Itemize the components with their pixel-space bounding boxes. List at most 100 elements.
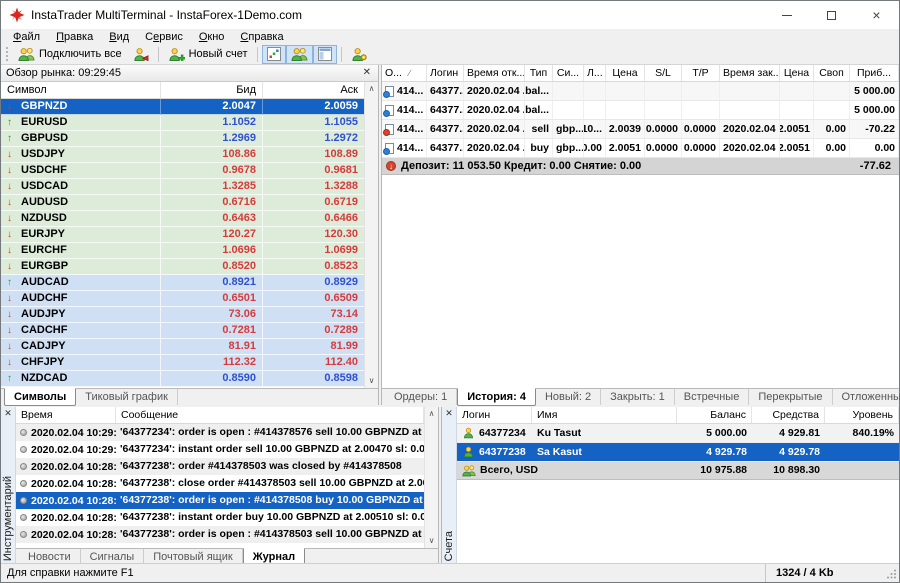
order-row[interactable]: 414...64377...2020.02.04 ...sellgbp...10… [382,120,899,139]
market-row-gbpnzd[interactable]: ↓GBPNZD2.00472.0059 [1,99,364,115]
orders-tab-close[interactable]: Закрыть: 1 [601,389,675,405]
disconnect-all-button[interactable] [127,45,154,64]
accounts-toggle-button[interactable] [286,45,313,64]
accounts-side-strip: ✕ Счета [442,407,457,565]
orders-col-header[interactable]: Своп [814,65,850,81]
scroll-up-icon[interactable]: ∧ [369,82,375,96]
order-row[interactable]: 414...64377...2020.02.04 ...bal...5 000.… [382,101,899,120]
account-row-64377234[interactable]: 64377234Ku Tasut5 000.004 929.81840.19% [457,424,899,443]
market-row-cadjpy[interactable]: ↓CADJPY81.9181.99 [1,339,364,355]
account-name-cell: Ku Tasut [532,424,677,442]
market-row-eurchf[interactable]: ↓EURCHF1.06961.0699 [1,243,364,259]
market-row-audcad[interactable]: ↑AUDCAD0.89210.8929 [1,275,364,291]
journal-row[interactable]: 2020.02.04 10:29:...'64377234': instant … [16,441,424,458]
market-col-header[interactable]: Бид [161,82,263,98]
orders-col-header[interactable]: Приб... [850,65,899,81]
orders-col-header[interactable]: S/L [645,65,682,81]
orders-col-header[interactable]: Время зак... [720,65,780,81]
minimize-button[interactable] [764,1,809,29]
accounts-col-header[interactable]: Уровень [825,407,899,423]
market-row-cadchf[interactable]: ↓CADCHF0.72810.7289 [1,323,364,339]
down-arrow-icon: ↓ [7,259,16,274]
market-row-chfjpy[interactable]: ↓CHFJPY112.32112.40 [1,355,364,371]
accounts-col-header[interactable]: Баланс [677,407,752,423]
down-arrow-icon: ↓ [7,291,16,306]
market-row-gbpusd[interactable]: ↑GBPUSD1.29691.2972 [1,131,364,147]
journal-row[interactable]: 2020.02.04 10:28:...'64377238': close or… [16,475,424,492]
menu-item-file[interactable]: Файл [5,31,48,43]
journal-row[interactable]: 2020.02.04 10:28:...'64377238': order is… [16,526,424,543]
market-watch-toggle-button[interactable] [262,45,286,64]
menu-item-window[interactable]: Окно [191,31,233,43]
market-row-audjpy[interactable]: ↓AUDJPY73.0673.14 [1,307,364,323]
menu-item-edit[interactable]: Правка [48,31,101,43]
orders-col-header[interactable]: Время отк... [464,65,525,81]
journal-time-cell: 2020.02.04 10:29:... [16,441,116,458]
orders-col-header[interactable]: О...∕ [382,65,427,81]
account-equity-cell: 4 929.81 [752,424,825,442]
market-watch-scrollbar[interactable]: ∧ ∨ [364,82,378,388]
market-row-usdcad[interactable]: ↓USDCAD1.32851.3288 [1,179,364,195]
orders-col-header[interactable]: Логин [427,65,464,81]
menu-item-service[interactable]: Сервис [137,31,191,43]
resize-grip[interactable] [883,564,899,582]
orders-col-header[interactable]: Си... [553,65,584,81]
market-col-header[interactable]: Аск [263,82,365,98]
journal-scrollbar[interactable]: ∧ ∨ [424,407,438,548]
journal-row[interactable]: 2020.02.04 10:28:...'64377238': instant … [16,509,424,526]
journal-row[interactable]: 2020.02.04 10:28:...'64377238': order #4… [16,458,424,475]
market-row-nzdcad[interactable]: ↑NZDCAD0.85900.8598 [1,371,364,387]
market-row-usdchf[interactable]: ↓USDCHF0.96780.9681 [1,163,364,179]
market-row-eurjpy[interactable]: ↓EURJPY120.27120.30 [1,227,364,243]
settings-button[interactable] [346,45,373,64]
account-row-64377238[interactable]: 64377238Sa Kasut4 929.784 929.78 [457,443,899,462]
order-row[interactable]: 414...64377...2020.02.04 ...buygbp...0.0… [382,139,899,158]
market-col-header[interactable]: Символ [1,82,161,98]
orders-tab-new[interactable]: Новый: 2 [536,389,601,405]
orders-col-header[interactable]: Цена [606,65,645,81]
menu-item-view[interactable]: Вид [101,31,137,43]
accounts-col-header[interactable]: Имя [532,407,677,423]
connect-all-button[interactable]: Подключить все [13,45,127,64]
journal-col-header[interactable]: Время [16,407,116,423]
journal-row[interactable]: 2020.02.04 10:28:...'64377238': order is… [16,492,424,509]
market-row-audchf[interactable]: ↓AUDCHF0.65010.6509 [1,291,364,307]
close-button[interactable]: × [854,1,899,29]
accounts-close-button[interactable]: ✕ [445,407,453,420]
orders-col-header[interactable]: Л... [584,65,606,81]
journal-col-header[interactable]: Сообщение [116,407,424,423]
toolbox-close-button[interactable]: ✕ [4,407,12,420]
new-account-button[interactable]: Новый счет [163,45,253,64]
order-open-price-cell [606,101,645,119]
order-row[interactable]: 414...64377...2020.02.04 ...bal...5 000.… [382,82,899,101]
market-row-eurusd[interactable]: ↑EURUSD1.10521.1055 [1,115,364,131]
journal-row[interactable]: 2020.02.04 10:29:...'64377234': order is… [16,424,424,441]
scroll-up-icon[interactable]: ∧ [429,407,435,421]
scroll-down-icon[interactable]: ∨ [369,374,375,388]
orders-tab-history[interactable]: История: 4 [457,388,536,406]
maximize-button[interactable] [809,1,854,29]
market-tab-symbols[interactable]: Символы [4,388,76,406]
market-watch-close-button[interactable]: ✕ [361,68,373,78]
market-row-usdjpy[interactable]: ↓USDJPY108.86108.89 [1,147,364,163]
orders-tab-counter[interactable]: Встречные [675,389,750,405]
market-row-audusd[interactable]: ↓AUDUSD0.67160.6719 [1,195,364,211]
orders-col-header[interactable]: Тип [525,65,553,81]
document-blue-icon [385,105,394,116]
orders-col-header[interactable]: Цена [780,65,814,81]
market-row-eurgbp[interactable]: ↓EURGBP0.85200.8523 [1,259,364,275]
scroll-down-icon[interactable]: ∨ [429,534,435,548]
terminal-toggle-button[interactable] [313,45,337,64]
market-watch-rows: ↓GBPNZD2.00472.0059↑EURUSD1.10521.1055↑G… [1,99,364,387]
orders-tab-pending[interactable]: Отложенный: 1 [833,389,900,405]
accounts-col-header[interactable]: Логин [457,407,532,423]
menu-item-help[interactable]: Справка [232,31,291,43]
market-tab-tick-chart[interactable]: Тиковый график [76,389,178,405]
market-row-nzdusd[interactable]: ↓NZDUSD0.64630.6466 [1,211,364,227]
orders-tab-orders[interactable]: Ордеры: 1 [385,389,457,405]
orders-tab-overlapped[interactable]: Перекрытые [749,389,832,405]
orders-col-header[interactable]: T/P [682,65,720,81]
order-open-time-cell: 2020.02.04 ... [464,120,525,138]
toolbar-grip[interactable] [6,47,10,61]
accounts-col-header[interactable]: Средства [752,407,825,423]
